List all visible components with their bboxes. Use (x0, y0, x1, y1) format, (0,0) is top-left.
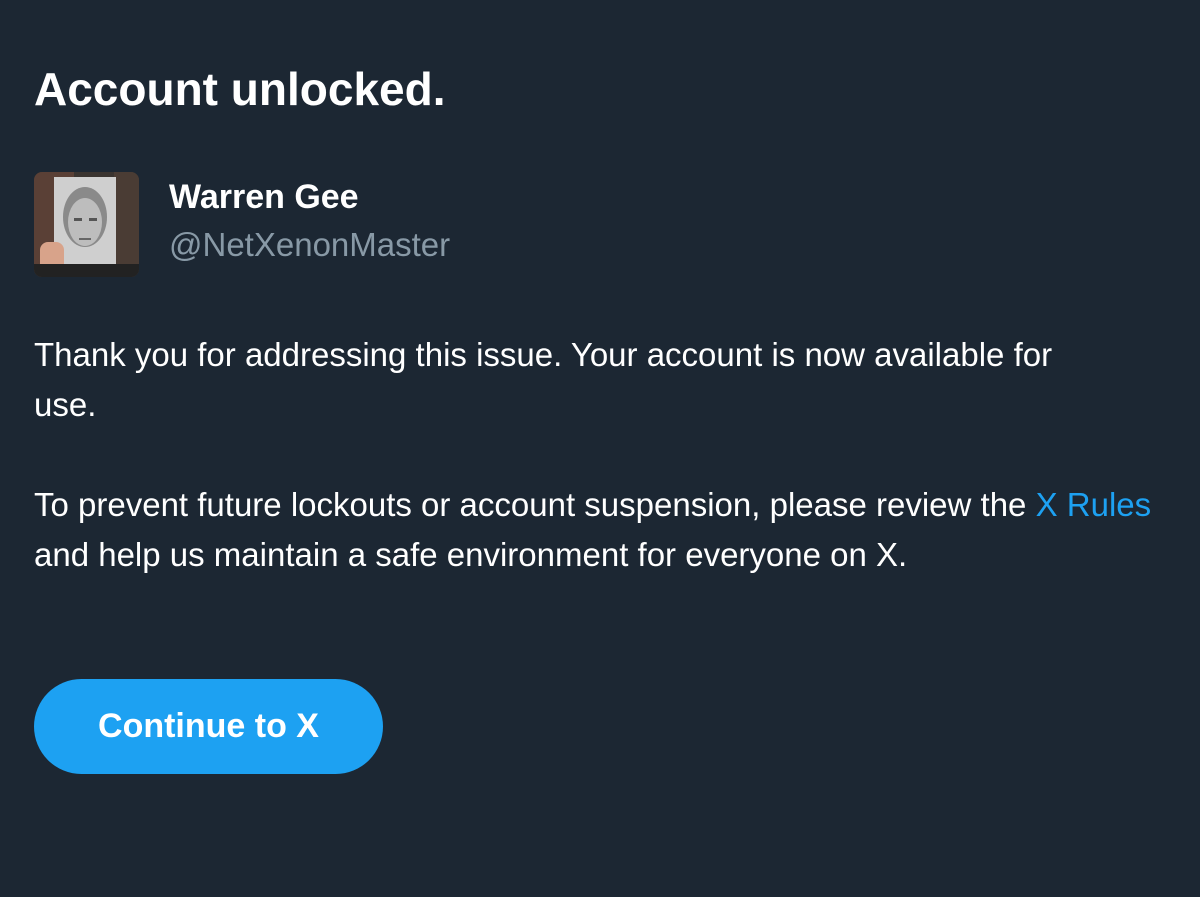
user-handle: @NetXenonMaster (169, 226, 451, 263)
unlock-message: Thank you for addressing this issue. You… (34, 336, 1053, 423)
user-avatar-photo (34, 172, 139, 277)
rules-message-text: To prevent future lockouts or account su… (34, 486, 1027, 523)
rules-message-text-end: and help us maintain a safe environment … (34, 536, 908, 573)
user-avatar (34, 172, 139, 277)
user-display-name: Warren Gee (169, 178, 359, 216)
continue-button[interactable]: Continue to X (34, 679, 383, 774)
page-title: Account unlocked. (34, 63, 446, 115)
x-rules-link[interactable]: X Rules (1036, 486, 1152, 523)
rules-message: To prevent future lockouts or account su… (34, 480, 1174, 580)
user-profile: Warren Gee @NetXenonMaster (34, 172, 734, 278)
